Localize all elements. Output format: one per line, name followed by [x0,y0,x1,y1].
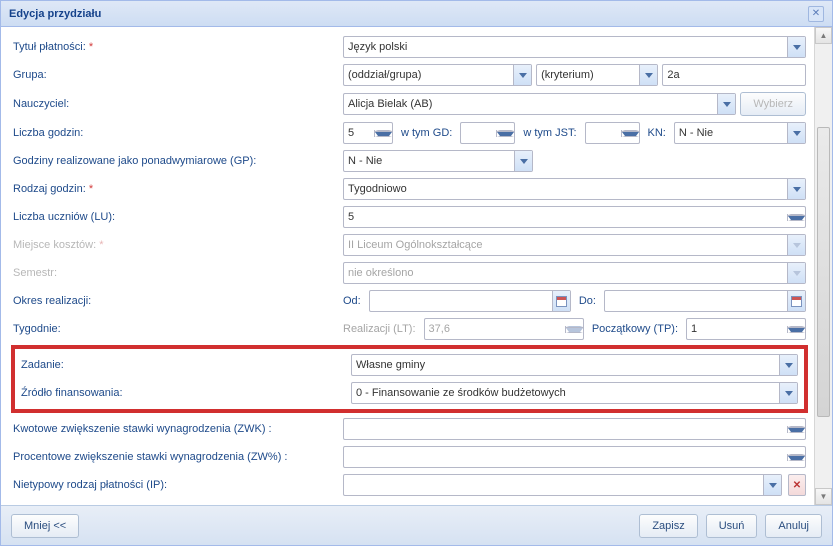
label-zrodlo: Źródło finansowania: [21,387,123,399]
form-body: Tytuł płatności: * Język polski Grupa: (… [1,27,814,505]
label-realizacji-lt: Realizacji (LT): [343,323,420,335]
label-ip: Nietypowy rodzaj płatności (IP): [13,479,167,491]
kn-combo[interactable]: N - Nie [674,122,806,144]
semestr-combo: nie określono [343,262,806,284]
spinner-down-icon[interactable] [622,132,639,137]
spinner-down-icon [566,328,583,333]
label-zwproc: Procentowe zwiększenie stawki wynagrodze… [13,451,288,463]
grupa-kryterium-combo[interactable]: (kryterium) [536,64,658,86]
do-date-field[interactable] [604,290,806,312]
calendar-icon[interactable] [787,291,805,311]
title-bar: Edycja przydziału ✕ [1,1,832,27]
spinner-down-icon[interactable] [788,456,805,461]
chevron-down-icon[interactable] [787,37,805,57]
zrodlo-combo[interactable]: 0 - Finansowanie ze środków budżetowych [351,382,798,404]
label-wtymjst: w tym JST: [519,127,580,139]
footer-bar: Mniej << Zapisz Usuń Anuluj [1,505,832,545]
vertical-scrollbar[interactable]: ▲ ▼ [814,27,832,505]
label-gp: Godziny realizowane jako ponadwymiarowe … [13,155,256,167]
label-nauczyciel: Nauczyciel: [13,98,69,110]
highlight-box: Zadanie: Własne gminy Źródło finansowani… [11,345,808,413]
spinner-down-icon[interactable] [375,132,392,137]
scroll-up-icon[interactable]: ▲ [815,27,832,44]
wybierz-button: Wybierz [740,92,806,116]
chevron-down-icon[interactable] [717,94,735,114]
od-date-field[interactable] [369,290,571,312]
label-do: Do: [575,295,600,307]
spinner-down-icon[interactable] [497,132,514,137]
label-semestr: Semestr: [13,267,57,279]
tytul-combo[interactable]: Język polski [343,36,806,58]
miejsce-kosztow-combo: II Liceum Ogólnokształcące [343,234,806,256]
grupa-oddzial-combo[interactable]: (oddział/grupa) [343,64,532,86]
window-title: Edycja przydziału [9,8,101,20]
label-tytul: Tytuł płatności: [13,41,86,53]
clear-icon[interactable]: ✕ [788,474,806,496]
label-okres: Okres realizacji: [13,295,91,307]
nauczyciel-combo[interactable]: Alicja Bielak (AB) [343,93,736,115]
jst-spinner[interactable] [585,122,640,144]
label-grupa: Grupa: [13,69,47,81]
scroll-down-icon[interactable]: ▼ [815,488,832,505]
realizacji-lt-spinner: 37,6 [424,318,584,340]
zadanie-combo[interactable]: Własne gminy [351,354,798,376]
chevron-down-icon [787,263,805,283]
zwproc-spinner[interactable] [343,446,806,468]
gd-spinner[interactable] [460,122,515,144]
form-table: Tytuł płatności: * Język polski Grupa: (… [11,33,808,499]
spinner-down-icon[interactable] [788,428,805,433]
gp-combo[interactable]: N - Nie [343,150,533,172]
label-od: Od: [343,295,365,307]
rodzaj-godzin-combo[interactable]: Tygodniowo [343,178,806,200]
spinner-down-icon[interactable] [788,216,805,221]
chevron-down-icon[interactable] [513,65,531,85]
ip-combo[interactable] [343,474,782,496]
liczba-uczniow-spinner[interactable]: 5 [343,206,806,228]
grupa-value-field[interactable]: 2a [662,64,806,86]
chevron-down-icon[interactable] [779,383,797,403]
chevron-down-icon[interactable] [763,475,781,495]
label-liczba-uczniow: Liczba uczniów (LU): [13,211,115,223]
chevron-down-icon[interactable] [639,65,657,85]
calendar-icon[interactable] [552,291,570,311]
label-rodzaj-godzin: Rodzaj godzin: [13,183,86,195]
label-tygodnie: Tygodnie: [13,323,61,335]
label-kn: KN: [644,127,670,139]
zwk-spinner[interactable] [343,418,806,440]
usun-button[interactable]: Usuń [706,514,758,538]
spinner-down-icon[interactable] [788,328,805,333]
scrollbar-thumb[interactable] [817,127,830,417]
zapisz-button[interactable]: Zapisz [639,514,697,538]
poczatkowy-tp-spinner[interactable]: 1 [686,318,806,340]
chevron-down-icon[interactable] [779,355,797,375]
chevron-down-icon[interactable] [787,123,805,143]
close-icon[interactable]: ✕ [808,6,824,22]
label-zadanie: Zadanie: [21,359,64,371]
label-zwk: Kwotowe zwiększenie stawki wynagrodzenia… [13,423,272,435]
chevron-down-icon[interactable] [787,179,805,199]
chevron-down-icon [787,235,805,255]
dialog-window: Edycja przydziału ✕ Tytuł płatności: * J… [0,0,833,546]
label-wtymgd: w tym GD: [397,127,456,139]
liczba-godzin-spinner[interactable]: 5 [343,122,393,144]
anuluj-button[interactable]: Anuluj [765,514,822,538]
label-poczatkowy-tp: Początkowy (TP): [588,323,682,335]
mniej-button[interactable]: Mniej << [11,514,79,538]
chevron-down-icon[interactable] [514,151,532,171]
label-liczba-godzin: Liczba godzin: [13,127,83,139]
label-miejsce-kosztow: Miejsce kosztów: [13,239,96,251]
